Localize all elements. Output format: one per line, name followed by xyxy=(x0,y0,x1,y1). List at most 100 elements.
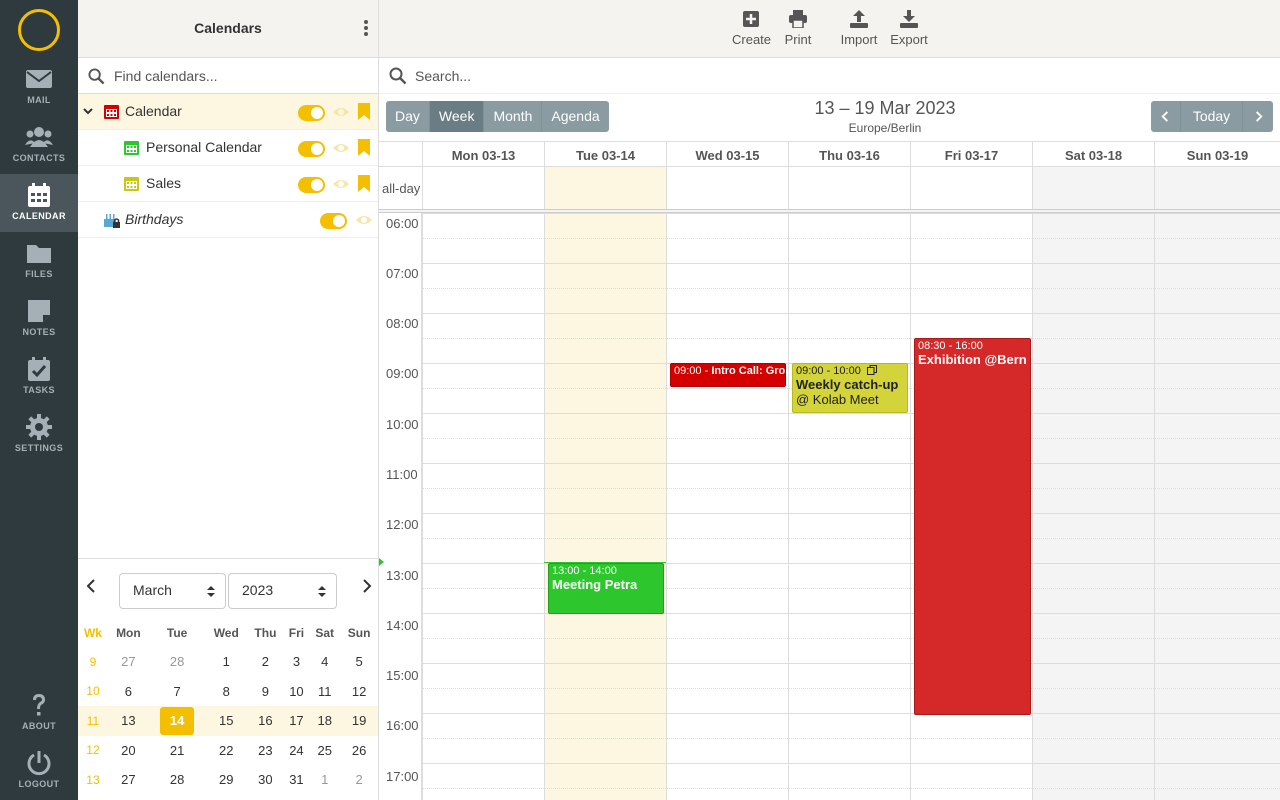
day-header[interactable]: Thu 03-16 xyxy=(788,141,910,166)
calendar-item-calendar[interactable]: Calendar xyxy=(78,94,378,130)
day-column-sat[interactable] xyxy=(1032,166,1154,800)
find-calendars-input[interactable] xyxy=(114,64,364,88)
mini-day[interactable]: 1 xyxy=(205,647,247,677)
day-header[interactable]: Sat 03-18 xyxy=(1032,141,1154,166)
mini-day-today[interactable]: 14 xyxy=(148,706,206,736)
calendar-item-sales[interactable]: Sales xyxy=(78,166,378,202)
month-select[interactable]: March xyxy=(119,573,226,609)
export-button[interactable]: Export xyxy=(889,10,929,47)
day-column-thu[interactable] xyxy=(788,166,910,800)
event-meeting-petra[interactable]: 13:00 - 14:00 Meeting Petra xyxy=(548,563,664,614)
chevron-down-icon[interactable] xyxy=(83,106,93,116)
day-column-mon[interactable] xyxy=(422,166,544,800)
today-button[interactable]: Today xyxy=(1181,101,1243,132)
mini-day[interactable]: 18 xyxy=(309,706,341,736)
day-header[interactable]: Tue 03-14 xyxy=(544,141,666,166)
event-weekly-catchup[interactable]: 09:00 - 10:00 Weekly catch-up @ Kolab Me… xyxy=(792,363,908,413)
mini-day[interactable]: 24 xyxy=(284,736,310,766)
bookmark-icon[interactable] xyxy=(358,139,370,156)
mini-day[interactable]: 16 xyxy=(247,706,284,736)
kebab-menu-icon[interactable] xyxy=(364,20,370,38)
nav-notes[interactable]: Notes xyxy=(0,290,78,348)
day-header[interactable]: Wed 03-15 xyxy=(666,141,788,166)
mini-day[interactable]: 28 xyxy=(149,647,206,677)
week-number[interactable]: 12 xyxy=(78,736,108,766)
mini-day[interactable]: 29 xyxy=(205,765,247,795)
print-button[interactable]: Print xyxy=(782,10,814,47)
mini-day[interactable]: 22 xyxy=(205,736,247,766)
calendar-toggle[interactable] xyxy=(298,105,325,121)
nav-tasks[interactable]: Tasks xyxy=(0,348,78,406)
mini-day[interactable]: 25 xyxy=(309,736,340,766)
create-button[interactable]: Create xyxy=(732,10,771,47)
calendar-item-personal[interactable]: Personal Calendar xyxy=(78,130,378,166)
bookmark-icon[interactable] xyxy=(358,175,370,192)
mini-day[interactable]: 26 xyxy=(340,736,378,766)
mini-day[interactable]: 27 xyxy=(108,647,149,677)
mini-day[interactable]: 11 xyxy=(309,677,340,707)
eye-icon[interactable] xyxy=(332,140,350,156)
bookmark-icon[interactable] xyxy=(358,103,370,120)
day-header[interactable]: Fri 03-17 xyxy=(910,141,1032,166)
next-button[interactable] xyxy=(1243,101,1273,132)
mini-day[interactable]: 23 xyxy=(247,736,284,766)
mini-day[interactable]: 17 xyxy=(283,706,310,736)
event-intro-call[interactable]: 09:00 - Intro Call: Grow xyxy=(670,363,786,387)
nav-settings[interactable]: Settings xyxy=(0,406,78,464)
mini-day[interactable]: 31 xyxy=(284,765,310,795)
mini-day[interactable]: 10 xyxy=(284,677,310,707)
mini-day[interactable]: 20 xyxy=(108,736,149,766)
prev-button[interactable] xyxy=(1151,101,1181,132)
nav-mail[interactable]: Mail xyxy=(0,58,78,116)
app-logo[interactable] xyxy=(18,9,60,51)
day-column-sun[interactable] xyxy=(1154,166,1280,800)
chevron-left-icon[interactable] xyxy=(84,579,98,593)
day-column-wed[interactable] xyxy=(666,166,788,800)
nav-contacts[interactable]: Contacts xyxy=(0,116,78,174)
search-input[interactable] xyxy=(415,64,1015,88)
nav-logout[interactable]: Logout xyxy=(0,742,78,800)
chevron-right-icon[interactable] xyxy=(360,579,374,593)
day-header[interactable]: Sun 03-19 xyxy=(1154,141,1280,166)
mini-day[interactable]: 28 xyxy=(149,765,206,795)
year-select[interactable]: 2023 xyxy=(228,573,337,609)
eye-icon[interactable] xyxy=(332,176,350,192)
mini-day[interactable]: 8 xyxy=(205,677,247,707)
event-exhibition[interactable]: 08:30 - 16:00 Exhibition @Bern xyxy=(914,338,1031,715)
mini-day[interactable]: 27 xyxy=(108,765,149,795)
week-number[interactable]: 10 xyxy=(78,677,108,707)
mini-day[interactable]: 13 xyxy=(107,706,149,736)
calendar-item-birthdays[interactable]: Birthdays xyxy=(78,202,378,238)
mini-day[interactable]: 9 xyxy=(247,677,284,707)
nav-about[interactable]: About xyxy=(0,684,78,742)
nav-calendar[interactable]: Calendar xyxy=(0,174,78,232)
day-header[interactable]: Mon 03-13 xyxy=(422,141,544,166)
nav-files[interactable]: Files xyxy=(0,232,78,290)
mini-day[interactable]: 2 xyxy=(340,765,378,795)
week-number[interactable]: 11 xyxy=(78,706,108,736)
view-agenda[interactable]: Agenda xyxy=(542,101,609,132)
view-day[interactable]: Day xyxy=(386,101,430,132)
day-column-tue[interactable] xyxy=(544,166,666,800)
mini-day[interactable]: 3 xyxy=(284,647,310,677)
mini-day[interactable]: 6 xyxy=(108,677,149,707)
mini-day[interactable]: 12 xyxy=(340,677,378,707)
import-button[interactable]: Import xyxy=(838,10,880,47)
calendar-toggle[interactable] xyxy=(320,213,347,229)
eye-icon[interactable] xyxy=(332,104,350,120)
mini-day[interactable]: 7 xyxy=(149,677,206,707)
mini-day[interactable]: 30 xyxy=(247,765,284,795)
eye-icon[interactable] xyxy=(355,212,373,228)
mini-day[interactable]: 4 xyxy=(309,647,340,677)
calendar-toggle[interactable] xyxy=(298,177,325,193)
mini-day[interactable]: 19 xyxy=(340,706,378,736)
mini-day[interactable]: 15 xyxy=(205,706,248,736)
week-number[interactable]: 13 xyxy=(78,765,108,795)
view-week[interactable]: Week xyxy=(429,101,485,132)
mini-day[interactable]: 1 xyxy=(309,765,340,795)
calendar-toggle[interactable] xyxy=(298,141,325,157)
mini-day[interactable]: 5 xyxy=(340,647,378,677)
mini-day[interactable]: 2 xyxy=(247,647,284,677)
mini-day[interactable]: 21 xyxy=(149,736,206,766)
view-month[interactable]: Month xyxy=(484,101,543,132)
